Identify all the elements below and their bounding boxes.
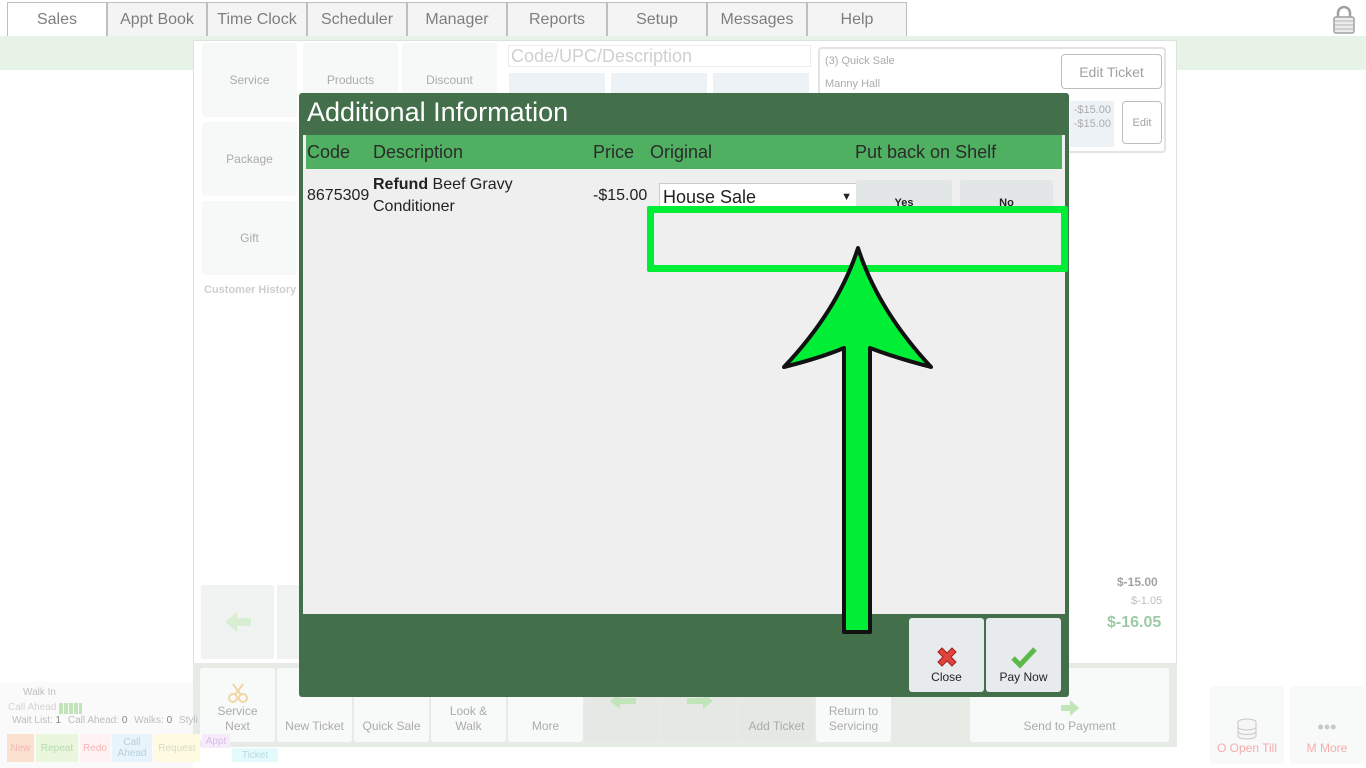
row-description: Refund Beef Gravy [373, 176, 513, 194]
close-label: Close [931, 670, 962, 684]
column-price-header: Price [593, 142, 635, 162]
arrow-up-icon [782, 246, 933, 634]
refund-tag: Refund [373, 176, 429, 193]
column-original-header: Original [650, 142, 713, 162]
row-description-line2: Conditioner [373, 198, 455, 215]
checkmark-icon [1010, 647, 1037, 669]
pay-now-button[interactable]: Pay Now [986, 618, 1061, 692]
modal-title: Additional Information [307, 97, 569, 127]
row-price: -$15.00 [593, 187, 648, 204]
column-code-header: Code [307, 142, 351, 162]
row-code: 8675309 [307, 187, 370, 204]
row-description-name: Beef Gravy [428, 176, 513, 193]
column-shelf-header: Put back on Shelf [855, 142, 997, 162]
table-header: Code Description Price Original Put back… [306, 135, 1062, 169]
close-icon [936, 647, 957, 667]
original-select-value: House Sale [663, 187, 757, 207]
pay-now-label: Pay Now [999, 670, 1048, 684]
additional-info-modal: Additional Information Code Description … [299, 93, 1069, 697]
modal-body: Code Description Price Original Put back… [303, 135, 1068, 614]
column-description-header: Description [373, 142, 464, 162]
